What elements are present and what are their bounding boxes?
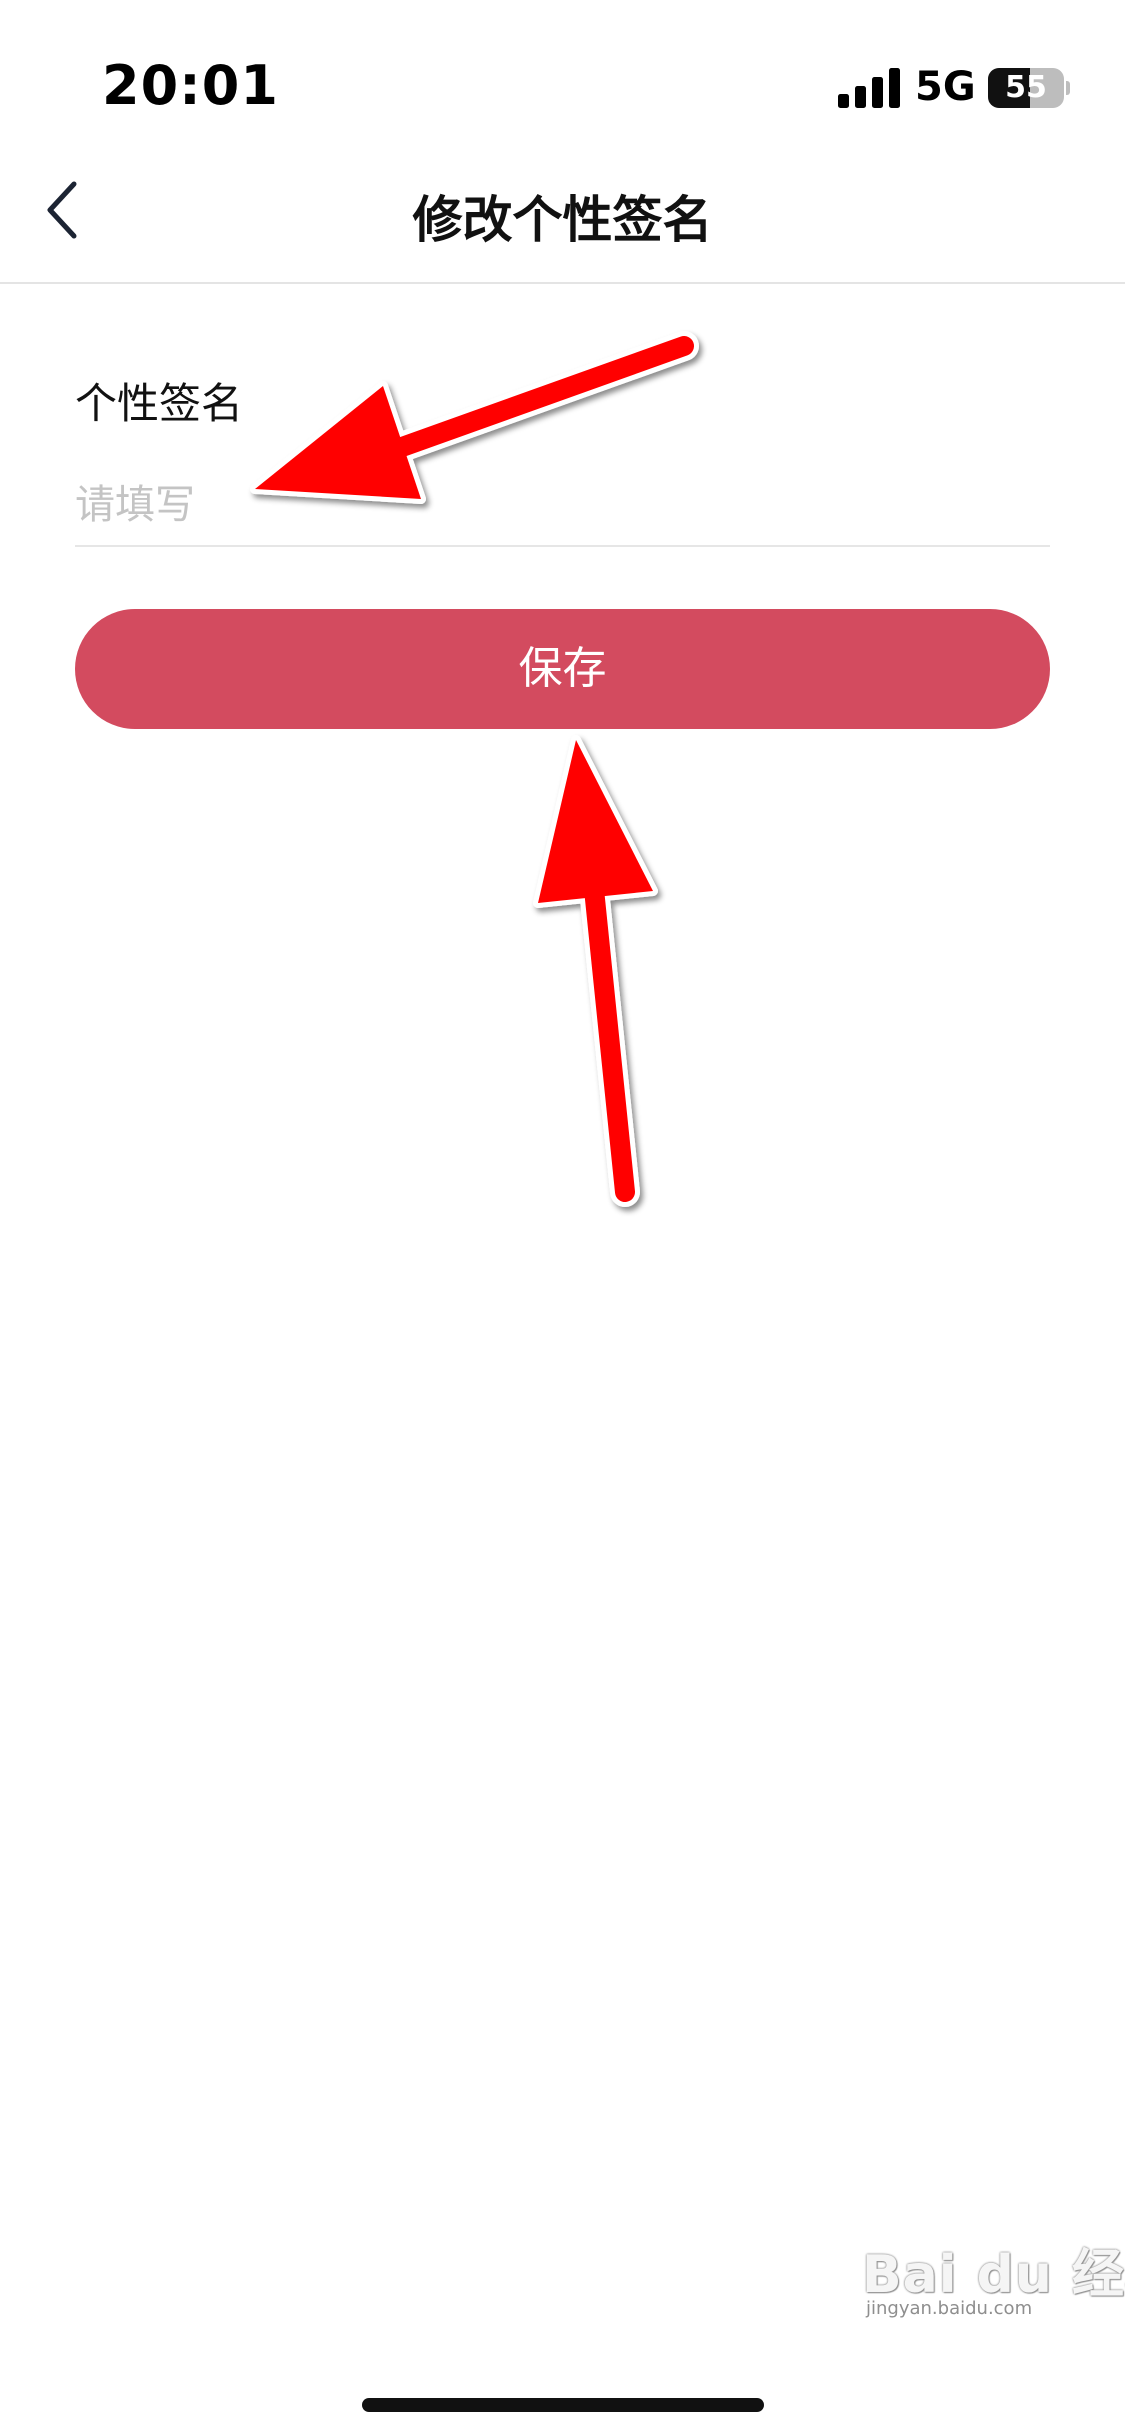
status-time: 20:01 [102, 54, 279, 117]
home-indicator[interactable] [362, 2398, 764, 2412]
watermark-text: Bai du 经验 [862, 2245, 1125, 2305]
battery-body: 55 [988, 68, 1064, 108]
save-button[interactable]: 保存 [75, 609, 1050, 729]
annotation-overlay [250, 331, 699, 1207]
network-type-label: 5G [915, 64, 976, 110]
watermark-url: jingyan.baidu.com [866, 2298, 1033, 2319]
battery-level-text: 55 [1005, 70, 1047, 105]
battery-cap [1066, 81, 1070, 95]
signature-field-label: 个性签名 [75, 379, 244, 428]
baidu-jingyan-watermark: Bai du 经验 jingyan.baidu.com [862, 2232, 1125, 2332]
status-bar: 20:01 5G 55 [0, 0, 1125, 140]
cellular-signal-icon [838, 68, 900, 108]
signature-input[interactable] [75, 465, 1050, 547]
battery-icon: 55 [988, 68, 1070, 108]
annotation-arrow-to-save [533, 735, 658, 1207]
nav-bar: 修改个性签名 [0, 140, 1125, 284]
page-title: 修改个性签名 [412, 191, 713, 249]
